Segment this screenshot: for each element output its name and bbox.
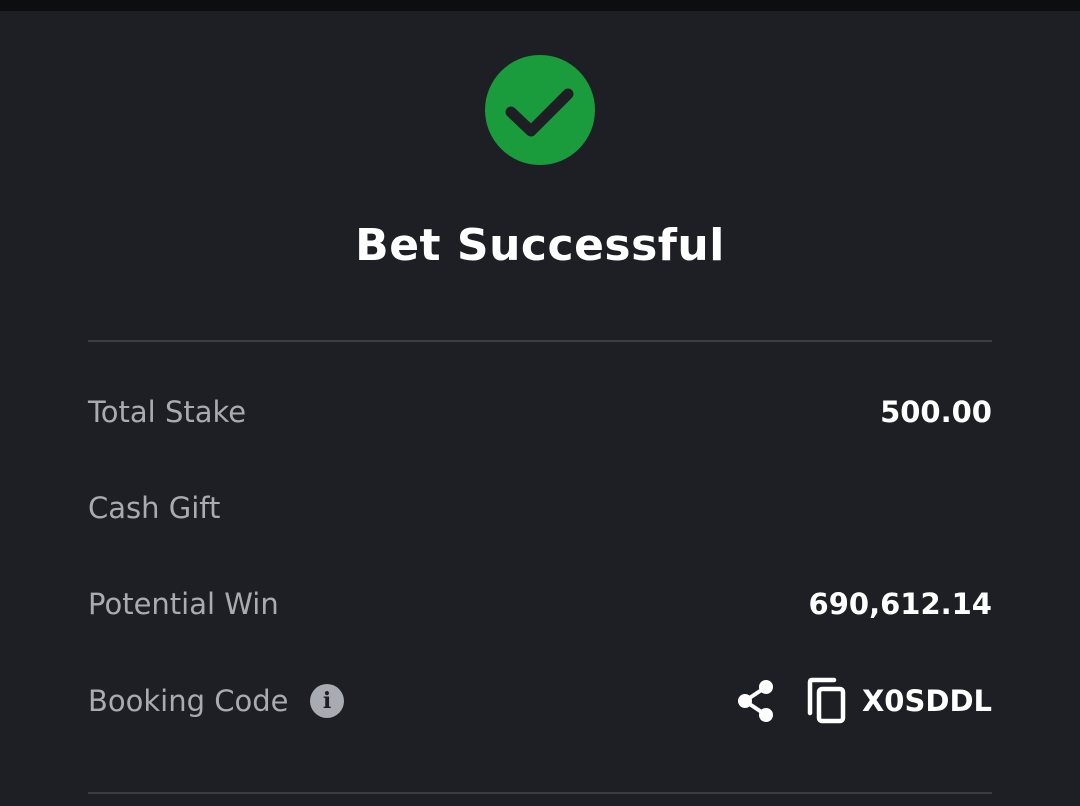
potential-win-value: 690,612.14 bbox=[808, 587, 992, 621]
cash-gift-label: Cash Gift bbox=[88, 491, 221, 525]
copy-icon[interactable] bbox=[804, 677, 848, 725]
total-stake-row: Total Stake 500.00 bbox=[88, 384, 992, 440]
status-bar bbox=[0, 0, 1080, 11]
bet-success-sheet: Bet Successful Total Stake 500.00 Cash G… bbox=[0, 11, 1080, 806]
booking-code-value[interactable]: X0SDDL bbox=[862, 684, 992, 718]
potential-win-row: Potential Win 690,612.14 bbox=[88, 576, 992, 632]
potential-win-label: Potential Win bbox=[88, 587, 279, 621]
total-stake-label: Total Stake bbox=[88, 395, 247, 429]
info-icon[interactable]: i bbox=[310, 684, 344, 718]
booking-code-row: Booking Code i X0SDDL bbox=[88, 673, 992, 729]
divider-bottom bbox=[88, 792, 992, 794]
check-circle-icon bbox=[485, 55, 595, 165]
page-title: Bet Successful bbox=[355, 220, 725, 271]
share-icon[interactable] bbox=[736, 679, 776, 723]
total-stake-value: 500.00 bbox=[880, 395, 992, 429]
booking-code-label: Booking Code bbox=[88, 684, 289, 718]
divider-top bbox=[88, 340, 992, 342]
cash-gift-row: Cash Gift bbox=[88, 480, 992, 536]
